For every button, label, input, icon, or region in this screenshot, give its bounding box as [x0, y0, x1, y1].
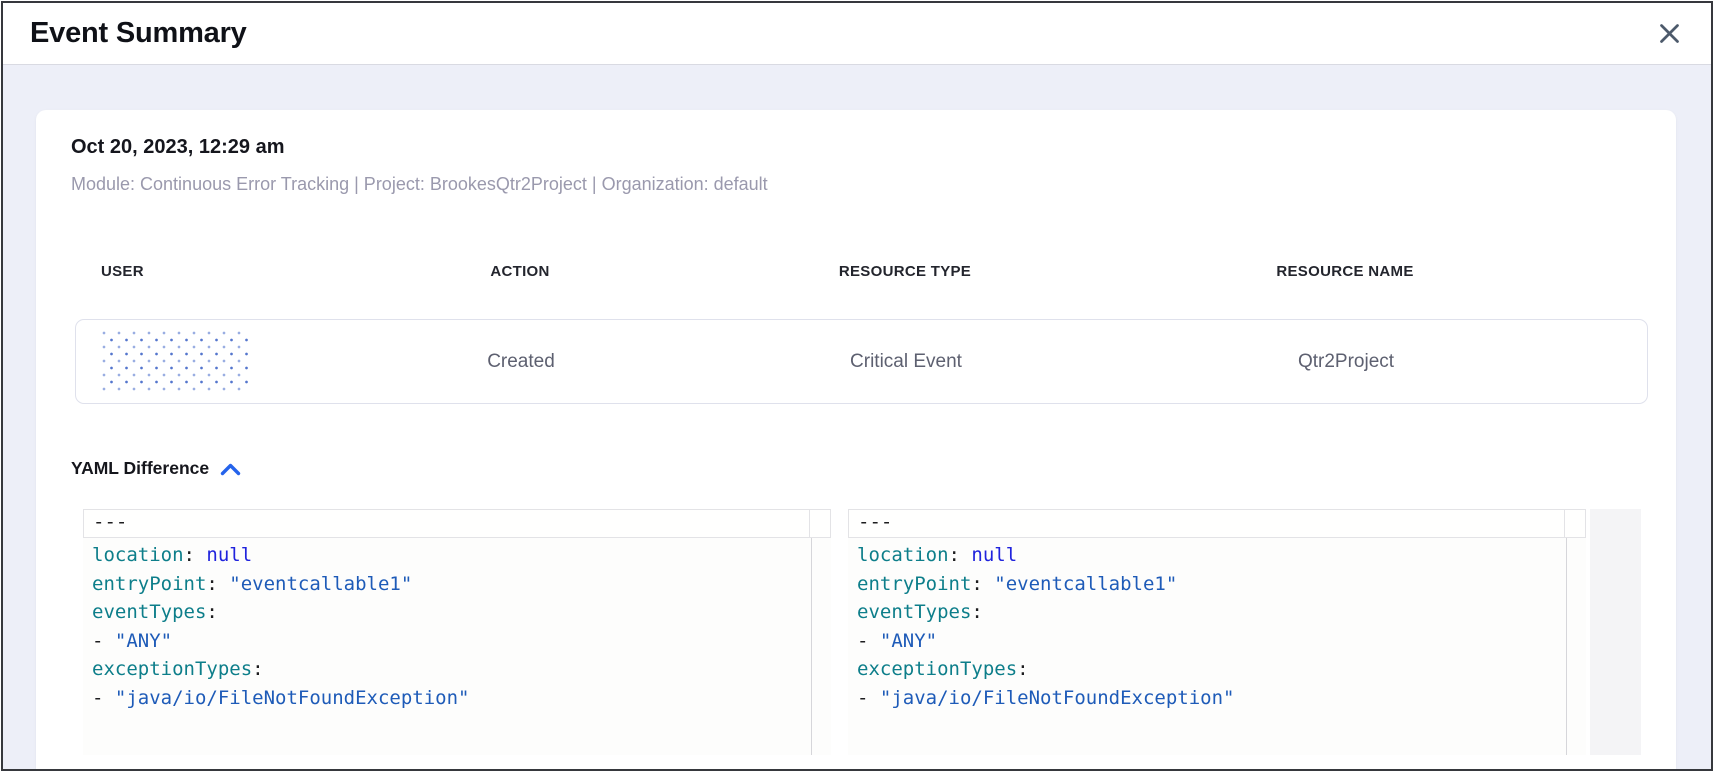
event-meta: Module: Continuous Error Tracking | Proj… [71, 174, 1676, 195]
editor-scrollbar-track[interactable] [811, 538, 831, 755]
yaml-code-line: eventTypes: [857, 598, 1565, 627]
yaml-code-line: entryPoint: "eventcallable1" [92, 570, 810, 599]
event-summary-modal: Event Summary Oct 20, 2023, 12:29 am Mod… [1, 1, 1713, 771]
close-icon [1658, 22, 1681, 45]
table-row: Created Critical Event Qtr2Project [75, 319, 1648, 404]
page-title: Event Summary [30, 17, 247, 50]
event-timestamp: Oct 20, 2023, 12:29 am [71, 136, 1676, 159]
yaml-doc-start-line: --- [83, 509, 831, 538]
yaml-code-line: location: null [92, 541, 810, 570]
yaml-code-line: - "java/io/FileNotFoundException" [92, 684, 810, 713]
redacted-user-pattern [102, 331, 250, 393]
yaml-code-line: - "ANY" [92, 627, 810, 656]
yaml-code-line: - "java/io/FileNotFoundException" [857, 684, 1565, 713]
chevron-up-icon [219, 462, 242, 477]
editor-scrollbar-track[interactable] [1566, 538, 1586, 755]
modal-body: Oct 20, 2023, 12:29 am Module: Continuou… [3, 65, 1711, 769]
yaml-code-line: entryPoint: "eventcallable1" [857, 570, 1565, 599]
editor-scrollbar-cap [810, 510, 830, 537]
yaml-code-line: location: null [857, 541, 1565, 570]
column-header-action: ACTION [355, 263, 685, 280]
yaml-code-line: exceptionTypes: [857, 655, 1565, 684]
user-cell [76, 331, 356, 393]
event-card: Oct 20, 2023, 12:29 am Module: Continuou… [36, 110, 1676, 769]
yaml-difference-label: YAML Difference [71, 458, 209, 479]
editor-scrollbar-cap [1565, 510, 1585, 537]
yaml-code-line: eventTypes: [92, 598, 810, 627]
column-header-resource-type: RESOURCE TYPE [685, 263, 1125, 280]
yaml-difference-toggle[interactable]: YAML Difference [71, 458, 242, 479]
column-header-user: USER [75, 263, 355, 280]
action-cell: Created [356, 351, 686, 373]
yaml-diff-view: --- location: nullentryPoint: "eventcall… [83, 509, 1676, 755]
modal-header: Event Summary [3, 3, 1711, 65]
resource-type-cell: Critical Event [686, 351, 1126, 373]
event-table-header: USER ACTION RESOURCE TYPE RESOURCE NAME [75, 263, 1648, 280]
yaml-editor-right[interactable]: --- location: nullentryPoint: "eventcall… [848, 509, 1586, 755]
merge-view-scrollbar[interactable] [1590, 509, 1641, 755]
yaml-doc-start-line: --- [848, 509, 1586, 538]
column-header-resource-name: RESOURCE NAME [1125, 263, 1565, 280]
yaml-code-line: exceptionTypes: [92, 655, 810, 684]
close-button[interactable] [1654, 18, 1685, 49]
yaml-editor-left[interactable]: --- location: nullentryPoint: "eventcall… [83, 509, 831, 755]
yaml-code-line: - "ANY" [857, 627, 1565, 656]
resource-name-cell: Qtr2Project [1126, 351, 1566, 373]
